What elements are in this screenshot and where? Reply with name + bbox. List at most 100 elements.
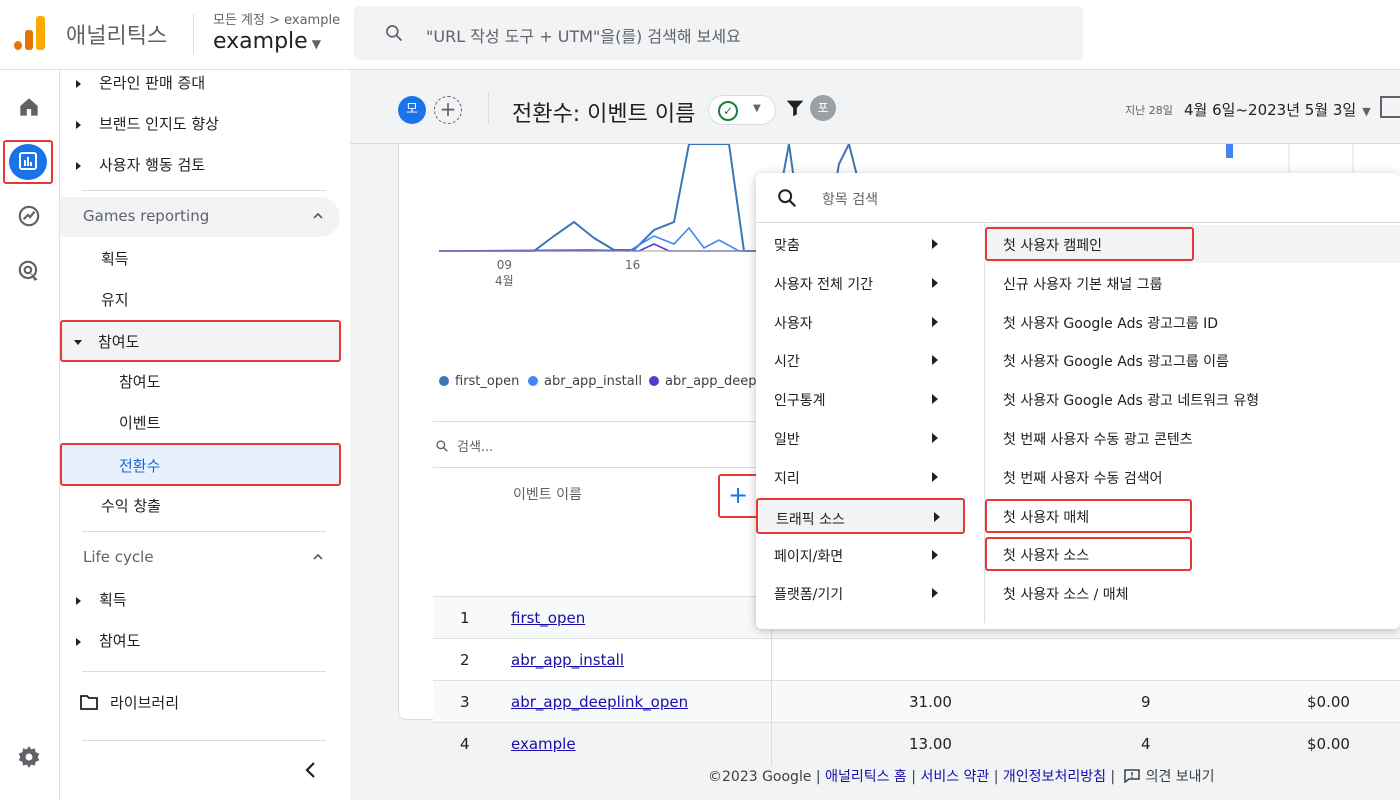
collapse-arrow-icon xyxy=(74,340,82,345)
global-search[interactable]: "URL 작성 도구 + UTM"을(를) 검색해 보세요 xyxy=(354,6,1083,60)
menu-category-page-screen[interactable]: 페이지/화면 xyxy=(756,536,984,574)
menu-category-user[interactable]: 사용자 xyxy=(756,303,984,341)
legend-abr-app-install[interactable]: abr_app_install xyxy=(528,374,642,389)
expand-arrow-icon xyxy=(76,161,81,170)
divider xyxy=(82,531,326,532)
arrow-right-icon xyxy=(932,588,938,598)
menu-category-traffic-source[interactable]: 트래픽 소스 xyxy=(756,498,965,534)
nav-item-library[interactable]: 라이브러리 xyxy=(80,692,179,713)
menu-category-user-lifetime[interactable]: 사용자 전체 기간 xyxy=(756,264,984,302)
menu-option-ads-adgroup-id[interactable]: 첫 사용자 Google Ads 광고그룹 ID xyxy=(984,303,1400,341)
divider xyxy=(488,92,489,124)
divider xyxy=(82,190,326,191)
menu-category-demographics[interactable]: 인구통계 xyxy=(756,380,984,418)
caret-down-icon: ▼ xyxy=(753,103,761,114)
nav-item-lc-engagement[interactable]: 참여도 xyxy=(76,630,140,651)
settings-gear-icon[interactable] xyxy=(16,744,42,770)
home-icon[interactable] xyxy=(16,94,42,120)
expand-arrow-icon xyxy=(76,120,81,129)
menu-category-time[interactable]: 시간 xyxy=(756,341,984,379)
product-name: 애널리틱스 xyxy=(66,24,168,49)
user-avatar[interactable]: 포 xyxy=(810,95,836,121)
expand-arrow-icon xyxy=(76,637,81,646)
arrow-right-icon xyxy=(932,239,938,249)
menu-option-manual-term[interactable]: 첫 번째 사용자 수동 검색어 xyxy=(984,458,1400,496)
footer: ©2023 Google | 애널리틱스 홈 | 서비스 약관 | 개인정보처리… xyxy=(708,769,1215,785)
menu-search-placeholder: 항목 검색 xyxy=(822,192,878,208)
event-link[interactable]: abr_app_install xyxy=(511,651,624,669)
event-link[interactable]: first_open xyxy=(511,609,585,627)
event-link[interactable]: example xyxy=(511,735,576,753)
section-life-cycle[interactable]: Life cycle xyxy=(60,538,340,578)
arrow-right-icon xyxy=(934,512,940,522)
page-title: 전환수: 이벤트 이름 xyxy=(512,102,696,127)
highlight-box xyxy=(985,227,1194,261)
arrow-right-icon xyxy=(932,317,938,327)
menu-category-platform-device[interactable]: 플랫폼/기기 xyxy=(756,574,984,612)
menu-option-first-user-source-medium[interactable]: 첫 사용자 소스 / 매체 xyxy=(984,574,1400,612)
account-breadcrumb[interactable]: 모든 계정 > example xyxy=(213,9,340,28)
highlight-box xyxy=(985,537,1192,571)
x-tick-16: 16 xyxy=(625,258,641,272)
add-dimension-button[interactable]: + xyxy=(718,474,758,518)
menu-option-default-channel-group[interactable]: 신규 사용자 기본 채널 그룹 xyxy=(984,264,1400,302)
caret-down-icon: ▼ xyxy=(1362,105,1371,118)
search-icon xyxy=(436,440,448,452)
highlight-box xyxy=(985,499,1192,533)
expand-arrow-icon xyxy=(76,596,81,605)
nav-item-engagement[interactable]: 참여도 xyxy=(60,320,341,362)
nav-item-monetization[interactable]: 수익 창출 xyxy=(101,495,161,516)
legend-abr-app-deeplink[interactable]: abr_app_deepli xyxy=(649,374,764,389)
left-rail xyxy=(0,70,60,800)
nav-item-conversions[interactable]: 전환수 xyxy=(60,443,341,486)
table-search[interactable]: 검색... xyxy=(435,436,493,455)
explore-icon[interactable] xyxy=(16,203,42,229)
footer-link-terms[interactable]: 서비스 약관 xyxy=(920,769,989,785)
menu-category-geo[interactable]: 지리 xyxy=(756,458,984,496)
share-icon[interactable] xyxy=(1380,96,1400,118)
nav-item-acquisition[interactable]: 획득 xyxy=(101,248,129,269)
menu-category-general[interactable]: 일반 xyxy=(756,419,984,457)
table-row[interactable]: 2 abr_app_install xyxy=(433,638,1400,680)
dimension-picker-menu: 항목 검색 맞춤 사용자 전체 기간 사용자 시간 인구통계 일반 지리 트래픽… xyxy=(756,173,1400,629)
nav-item-lc-acquisition[interactable]: 획득 xyxy=(76,589,127,610)
nav-item-engagement-overview[interactable]: 참여도 xyxy=(119,371,160,392)
menu-search[interactable]: 항목 검색 xyxy=(756,173,1400,223)
folder-icon xyxy=(80,695,98,710)
nav-item-online-sales[interactable]: 온라인 판매 증대 xyxy=(76,72,205,93)
chart-bar-mark xyxy=(1226,144,1233,158)
advertising-icon[interactable] xyxy=(16,258,42,284)
nav-item-user-behavior[interactable]: 사용자 행동 검토 xyxy=(76,154,205,175)
footer-link-privacy[interactable]: 개인정보처리방침 xyxy=(1003,769,1106,785)
menu-category-custom[interactable]: 맞춤 xyxy=(756,225,984,263)
menu-option-ads-adgroup-name[interactable]: 첫 사용자 Google Ads 광고그룹 이름 xyxy=(984,341,1400,379)
divider xyxy=(193,14,194,54)
menu-option-ads-network-type[interactable]: 첫 사용자 Google Ads 광고 네트워크 유형 xyxy=(984,380,1400,418)
date-range-picker[interactable]: 4월 6일~2023년 5월 3일 ▼ xyxy=(1184,99,1371,120)
event-link[interactable]: abr_app_deeplink_open xyxy=(511,693,688,711)
top-bar: 애널리틱스 모든 계정 > example example ▼ "URL 작성 도… xyxy=(0,0,1400,70)
report-navigation: 온라인 판매 증대 브랜드 인지도 향상 사용자 행동 검토 Games rep… xyxy=(60,70,350,800)
collapse-nav-chevron-icon[interactable] xyxy=(303,760,319,780)
account-selector[interactable]: example ▼ xyxy=(213,29,321,54)
menu-option-manual-ad-content[interactable]: 첫 번째 사용자 수동 광고 콘텐츠 xyxy=(984,419,1400,457)
caret-down-icon: ▼ xyxy=(311,37,321,51)
expand-arrow-icon xyxy=(76,79,81,88)
analytics-logo-icon[interactable] xyxy=(14,16,46,50)
feedback-button[interactable]: 의견 보내기 xyxy=(1120,769,1214,785)
nav-item-retention[interactable]: 유지 xyxy=(101,289,129,310)
legend-first-open[interactable]: first_open xyxy=(439,374,519,389)
nav-item-brand-awareness[interactable]: 브랜드 인지도 향상 xyxy=(76,113,219,134)
comparison-avatar[interactable]: 모 xyxy=(398,96,426,124)
report-status-dropdown[interactable]: ✓ ▼ xyxy=(708,95,776,125)
column-header-event-name[interactable]: 이벤트 이름 xyxy=(513,484,582,504)
footer-link-analytics-home[interactable]: 애널리틱스 홈 xyxy=(825,769,907,785)
nav-item-events[interactable]: 이벤트 xyxy=(119,412,160,433)
legend-dot-icon xyxy=(439,376,449,386)
add-comparison-icon[interactable]: + xyxy=(434,96,462,124)
table-row[interactable]: 3 abr_app_deeplink_open 31.00 9 $0.00 xyxy=(433,680,1400,722)
filter-icon[interactable] xyxy=(784,97,806,119)
reports-nav-highlight[interactable] xyxy=(3,140,53,184)
section-games-reporting[interactable]: Games reporting xyxy=(60,197,340,237)
table-row[interactable]: 4 example 13.00 4 $0.00 xyxy=(433,722,1400,764)
